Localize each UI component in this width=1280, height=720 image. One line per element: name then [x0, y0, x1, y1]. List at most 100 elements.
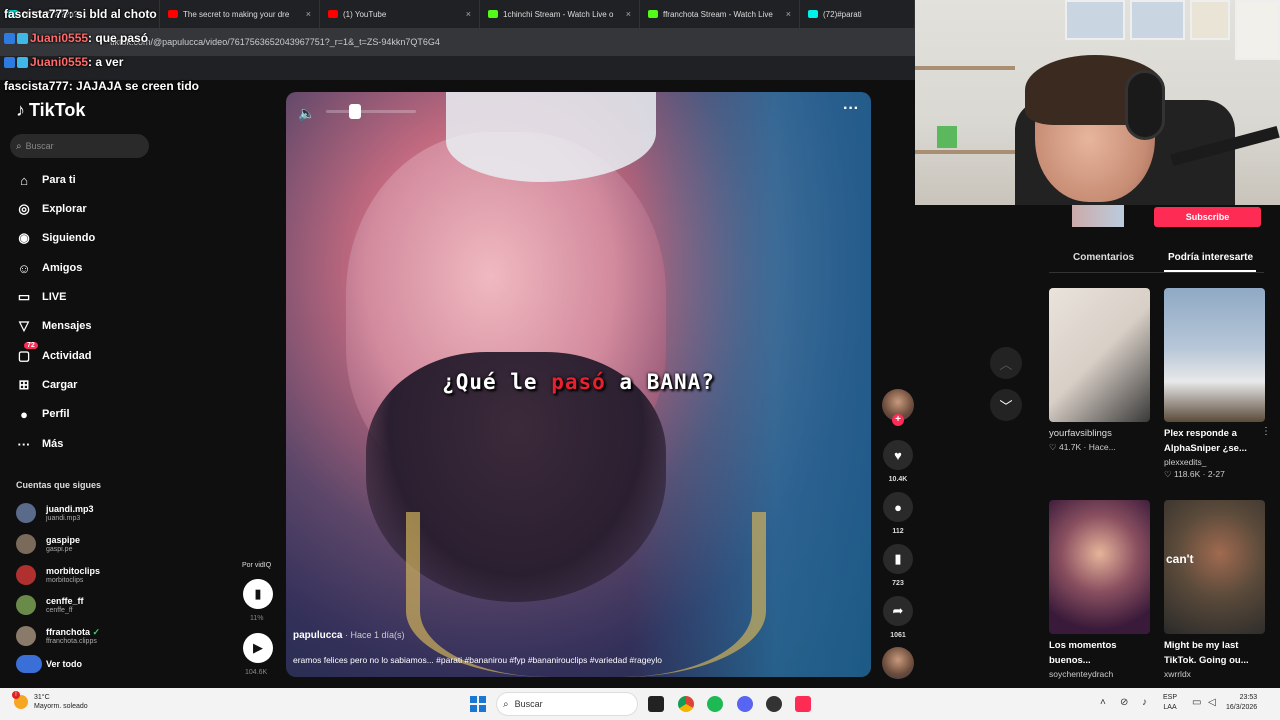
- windows-start-icon[interactable]: [470, 696, 486, 712]
- compass-icon: ◎: [18, 201, 30, 216]
- tab-title: ffranchota Stream - Watch Live: [663, 9, 773, 19]
- account-handle: juandi.mp3: [46, 514, 81, 522]
- nav-label: Perfil: [42, 408, 70, 420]
- browser-tab-4[interactable]: 1chinchi Stream - Watch Live o ×: [480, 0, 640, 28]
- see-all-link[interactable]: Ver todo: [16, 655, 82, 673]
- spotify-icon[interactable]: [707, 696, 723, 712]
- nav-item-perfil[interactable]: ● Perfil: [16, 406, 70, 422]
- caption-text: ¿Qué le: [442, 370, 552, 394]
- followed-account[interactable]: juandi.mp3 juandi.mp3: [16, 503, 94, 523]
- tiktok-logo[interactable]: ♪ TikTok: [16, 100, 85, 121]
- weather-text: Mayorm. soleado: [34, 703, 88, 710]
- nav-item-cargar[interactable]: ⊞ Cargar: [16, 377, 78, 393]
- browser-tab-3[interactable]: (1) YouTube ×: [320, 0, 480, 28]
- video-author[interactable]: papulucca · Hace 1 día(s): [293, 630, 405, 641]
- play-button[interactable]: ▶: [243, 633, 273, 663]
- browser-tab-2[interactable]: The secret to making your dre ×: [160, 0, 320, 28]
- suggested-video-card[interactable]: Los momentos buenos... soychenteydrach: [1049, 500, 1150, 680]
- wall-picture: [1235, 0, 1280, 60]
- clock-date: 16/3/2026: [1226, 704, 1258, 711]
- live-icon: ▭: [17, 289, 31, 304]
- subscribe-button[interactable]: Subscribe: [1154, 207, 1261, 227]
- account-name: gaspipe: [46, 534, 81, 545]
- suggested-video-card[interactable]: yourfavsiblings ♡ 41.7K · Hace...: [1049, 288, 1150, 453]
- network-icon[interactable]: ⊘: [1120, 697, 1128, 708]
- vidiq-views: 104.6K: [245, 669, 268, 676]
- chrome-icon[interactable]: [678, 696, 694, 712]
- wall-picture: [1065, 0, 1125, 40]
- next-video-button[interactable]: ﹀: [990, 389, 1022, 421]
- weather-widget[interactable]: ! 31°C Mayorm. soleado: [12, 691, 88, 711]
- discord-icon[interactable]: [737, 696, 753, 712]
- previous-video-button[interactable]: ︿: [990, 347, 1022, 379]
- browser-tab-6[interactable]: (72)#parati: [800, 0, 915, 28]
- lang-code: ESP: [1163, 694, 1178, 701]
- nav-item-amigos[interactable]: ☺ Amigos: [16, 260, 82, 276]
- account-handle: morbitoclips: [46, 576, 84, 584]
- close-tab-icon[interactable]: ×: [786, 9, 791, 19]
- tiktok-app-icon[interactable]: [795, 696, 811, 712]
- taskbar-search-label: Buscar: [514, 699, 543, 709]
- mic-icon[interactable]: ♪: [1142, 697, 1147, 708]
- language-indicator[interactable]: ESP LAA: [1163, 693, 1177, 713]
- followed-account[interactable]: ffranchota ✓ ffranchota.clipps: [16, 626, 100, 646]
- card-stats: ♡ 118.6K · 2-27: [1164, 469, 1225, 479]
- nav-item-mensajes[interactable]: ▽ Mensajes: [16, 318, 92, 334]
- browser-tab-5[interactable]: ffranchota Stream - Watch Live ×: [640, 0, 800, 28]
- close-tab-icon[interactable]: ×: [306, 9, 311, 19]
- vidiq-stats-button[interactable]: ▮: [243, 579, 273, 609]
- comment-button[interactable]: ● 112: [883, 492, 913, 535]
- taskbar-search[interactable]: ⌕ Buscar: [496, 692, 638, 716]
- account-handle: cenffe_ff: [46, 606, 73, 614]
- follow-plus-icon[interactable]: +: [892, 414, 904, 426]
- close-tab-icon[interactable]: ×: [626, 9, 631, 19]
- followed-account[interactable]: morbitoclips morbitoclips: [16, 565, 100, 585]
- clock[interactable]: 23:53 16/3/2026: [1226, 693, 1257, 713]
- more-options-icon[interactable]: ···: [843, 100, 859, 118]
- followed-account[interactable]: gaspipe gaspi.pe: [16, 534, 80, 554]
- nav-label: Actividad: [42, 350, 92, 362]
- suggested-video-card[interactable]: can't Might be my last TikTok. Going ou.…: [1164, 500, 1265, 680]
- app-icon[interactable]: [766, 696, 782, 712]
- author-name: papulucca: [293, 630, 343, 641]
- volume-icon[interactable]: 🔈: [296, 102, 318, 124]
- thumbnail-text: can't: [1166, 552, 1194, 566]
- sound-avatar[interactable]: [882, 647, 914, 679]
- volume-slider[interactable]: [326, 104, 416, 119]
- close-tab-icon[interactable]: ×: [466, 9, 471, 19]
- chat-message: fascista777 : JAJAJA se creen tido: [4, 79, 199, 93]
- suggested-video-card[interactable]: Plex responde a AlphaSniper ¿se... plexx…: [1164, 288, 1271, 480]
- promo-thumbnail[interactable]: [1072, 205, 1124, 227]
- play-icon: ▶: [253, 640, 263, 655]
- search-input[interactable]: ⌕ Buscar: [10, 134, 149, 158]
- badge-icon: [4, 56, 15, 68]
- nav-item-actividad[interactable]: ▢ 72 Actividad: [16, 342, 92, 364]
- tab-title: (1) YouTube: [343, 9, 387, 19]
- nav-item-siguiendo[interactable]: ◉ Siguiendo: [16, 230, 95, 246]
- followed-account[interactable]: cenffe_ff cenffe_ff: [16, 595, 84, 615]
- volume-icon[interactable]: ◁: [1208, 697, 1216, 708]
- display-icon[interactable]: ▭: [1192, 697, 1201, 708]
- tab-suggested[interactable]: Podría interesarte: [1168, 252, 1253, 263]
- card-author: soychenteydrach: [1049, 669, 1114, 679]
- save-button[interactable]: ▮ 723: [883, 544, 913, 587]
- chevron-up-icon[interactable]: ˄: [1100, 697, 1106, 708]
- tab-comments[interactable]: Comentarios: [1073, 252, 1134, 263]
- more-options-icon[interactable]: ⋮: [1261, 426, 1271, 437]
- share-icon: ➦: [883, 596, 913, 626]
- share-button[interactable]: ➦ 1061: [883, 596, 913, 639]
- file-explorer-icon[interactable]: [648, 696, 664, 712]
- friends-icon: ☺: [17, 260, 31, 276]
- nav-item-para-ti[interactable]: ⌂ Para ti: [16, 172, 76, 188]
- like-button[interactable]: ♥ 10.4K: [883, 440, 913, 483]
- lang-layout: LAA: [1163, 704, 1177, 711]
- following-heading: Cuentas que sigues: [16, 480, 102, 490]
- nav-item-live[interactable]: ▭ LIVE: [16, 289, 67, 305]
- nav-item-explorar[interactable]: ◎ Explorar: [16, 201, 86, 217]
- volume-knob[interactable]: [349, 104, 361, 119]
- video-thumbnail: [1049, 288, 1150, 422]
- extension-icon: [16, 655, 42, 673]
- nav-item-mas[interactable]: ··· Más: [16, 436, 64, 452]
- following-icon: ◉: [18, 230, 30, 245]
- video-player[interactable]: ¿Qué le pasó a BANA? 🔈 ··· papulucca · H…: [286, 92, 871, 677]
